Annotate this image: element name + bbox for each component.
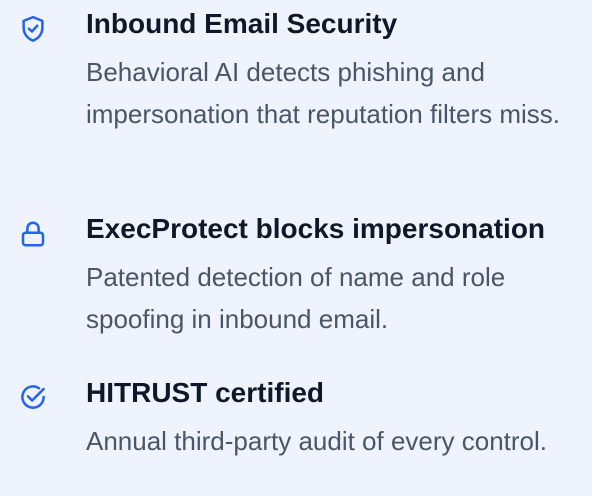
lock-icon [18,219,48,249]
feature-description: Patented detection of name and role spoo… [86,262,506,334]
feature-title: Inbound Email Security [86,8,398,39]
feature-description: Behavioral AI detects phishing and imper… [86,57,560,129]
badge-check-icon [18,382,48,412]
feature-description: Annual third-party audit of every contro… [86,426,548,456]
feature-title: ExecProtect blocks impersonation [86,213,546,244]
feature-title: HITRUST certified [86,377,325,408]
shield-check-icon [18,14,48,44]
